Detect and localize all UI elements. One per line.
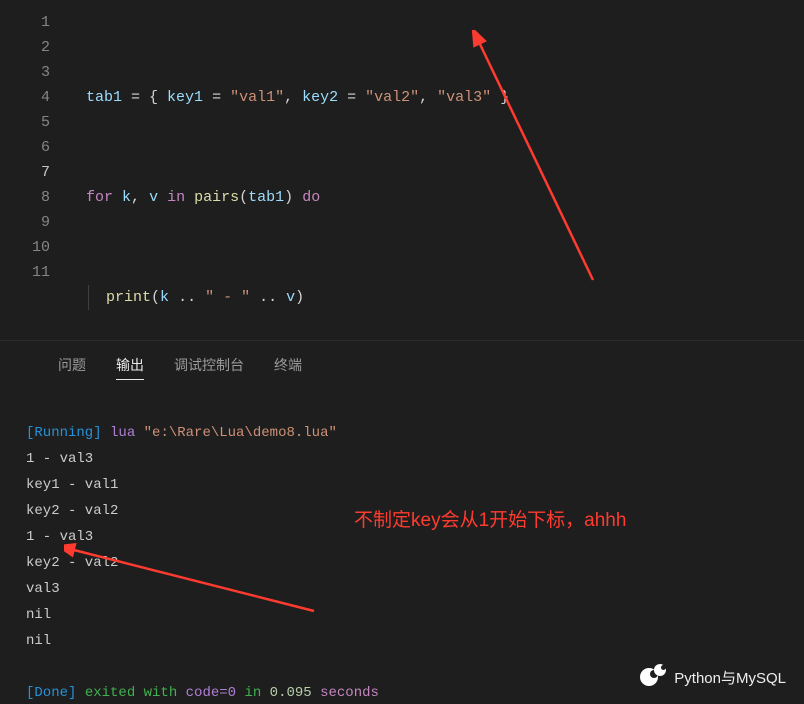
output-line: key2 - val2 bbox=[26, 555, 118, 571]
code-line[interactable]: tab1 = { key1 = "val1", key2 = "val2", "… bbox=[86, 85, 804, 110]
panel-tabs: 问题 输出 调试控制台 终端 bbox=[0, 341, 804, 394]
code-line[interactable]: print(k .. " - " .. v) bbox=[86, 285, 804, 310]
annotation-text: 不制定key会从1开始下标，ahhh bbox=[354, 505, 626, 532]
running-tag: [Running] bbox=[26, 425, 102, 441]
output-content[interactable]: [Running] lua "e:\Rare\Lua\demo8.lua" 1 … bbox=[0, 394, 804, 704]
output-line: nil bbox=[26, 607, 51, 623]
tab-problems[interactable]: 问题 bbox=[58, 355, 86, 380]
identifier: tab1 bbox=[86, 89, 122, 106]
wechat-icon bbox=[640, 664, 666, 690]
output-panel: 问题 输出 调试控制台 终端 [Running] lua "e:\Rare\Lu… bbox=[0, 340, 804, 704]
output-line: 1 - val3 bbox=[26, 451, 93, 467]
output-line: val3 bbox=[26, 581, 60, 597]
output-line: key2 - val2 bbox=[26, 503, 118, 519]
tab-debug-console[interactable]: 调试控制台 bbox=[174, 355, 244, 380]
watermark: Python与MySQL bbox=[640, 664, 786, 690]
output-line: key1 - val1 bbox=[26, 477, 118, 493]
output-line: 1 - val3 bbox=[26, 529, 93, 545]
code-line[interactable]: for k, v in pairs(tab1) do bbox=[86, 185, 804, 210]
line-gutter: 123456 7891011 bbox=[0, 0, 68, 295]
tab-output[interactable]: 输出 bbox=[116, 355, 144, 380]
done-tag: [Done] bbox=[26, 685, 76, 701]
code-editor[interactable]: 123456 7891011 tab1 = { key1 = "val1", k… bbox=[0, 0, 804, 340]
tab-terminal[interactable]: 终端 bbox=[274, 355, 302, 380]
watermark-text: Python与MySQL bbox=[674, 667, 786, 688]
output-line: nil bbox=[26, 633, 51, 649]
